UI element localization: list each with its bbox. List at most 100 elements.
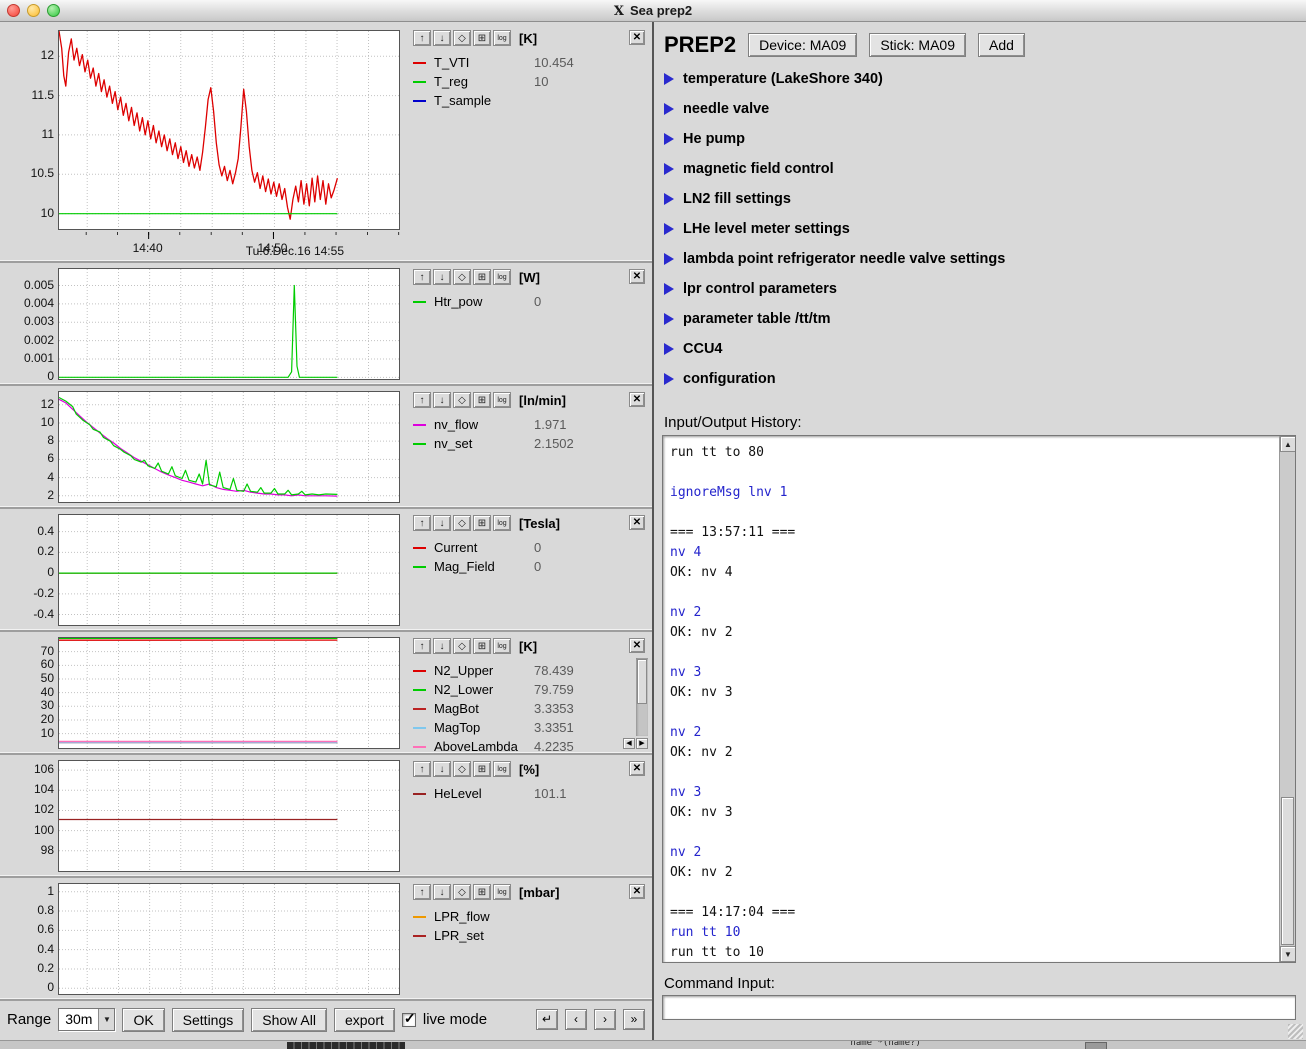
device-item-5[interactable]: LHe level meter settings	[664, 214, 1304, 244]
device-item-7[interactable]: lpr control parameters	[664, 274, 1304, 304]
close-chart-icon[interactable]: ✕	[629, 269, 645, 284]
prev-nav-button[interactable]: ‹	[565, 1009, 587, 1030]
ok-button[interactable]: OK	[122, 1008, 164, 1032]
close-chart-icon[interactable]: ✕	[629, 515, 645, 530]
scroll-up-button-icon[interactable]: ↑	[413, 515, 431, 531]
scroll-up-button-icon[interactable]: ↑	[413, 638, 431, 654]
log-scale-button-icon[interactable]: log	[493, 30, 511, 46]
scroll-left-arrow-icon[interactable]: ◀	[623, 738, 635, 749]
scroll-down-button-icon[interactable]: ↓	[433, 761, 451, 777]
settings-button[interactable]: Settings	[172, 1008, 245, 1032]
device-item-2[interactable]: He pump	[664, 124, 1304, 154]
last-nav-button[interactable]: »	[623, 1009, 645, 1030]
grid-button-icon[interactable]: ⊞	[473, 269, 491, 285]
zoom-window-button[interactable]	[47, 4, 60, 17]
close-chart-icon[interactable]: ✕	[629, 638, 645, 653]
command-input[interactable]	[662, 995, 1296, 1020]
scroll-down-button-icon[interactable]: ↓	[433, 392, 451, 408]
plot-canvas[interactable]	[58, 514, 400, 626]
device-item-6[interactable]: lambda point refrigerator needle valve s…	[664, 244, 1304, 274]
export-button[interactable]: export	[334, 1008, 395, 1032]
scroll-up-button-icon[interactable]: ↑	[413, 884, 431, 900]
scroll-up-arrow-icon[interactable]: ▲	[1280, 436, 1296, 452]
plot-canvas[interactable]	[58, 637, 400, 749]
scroll-down-button-icon[interactable]: ↓	[433, 269, 451, 285]
log-scale-button-icon[interactable]: log	[493, 884, 511, 900]
expand-triangle-icon[interactable]	[664, 133, 674, 145]
legend-scrollbar-thumb[interactable]	[637, 659, 647, 704]
device-item-10[interactable]: configuration	[664, 364, 1304, 394]
range-select[interactable]: 30m ▼	[58, 1008, 115, 1031]
device-item-4[interactable]: LN2 fill settings	[664, 184, 1304, 214]
scroll-down-arrow-icon[interactable]: ▼	[1280, 946, 1296, 962]
grid-button-icon[interactable]: ⊞	[473, 392, 491, 408]
next-nav-button[interactable]: ›	[594, 1009, 616, 1030]
device-item-label: LHe level meter settings	[683, 221, 850, 237]
scroll-down-button-icon[interactable]: ↓	[433, 515, 451, 531]
scrollbar-thumb[interactable]	[1281, 797, 1294, 945]
close-chart-icon[interactable]: ✕	[629, 30, 645, 45]
log-scale-button-icon[interactable]: log	[493, 515, 511, 531]
log-scale-button-icon[interactable]: log	[493, 269, 511, 285]
grid-button-icon[interactable]: ⊞	[473, 761, 491, 777]
device-item-9[interactable]: CCU4	[664, 334, 1304, 364]
plot-canvas[interactable]	[58, 30, 400, 230]
log-scale-button-icon[interactable]: log	[493, 392, 511, 408]
plot-canvas[interactable]	[58, 391, 400, 503]
device-button[interactable]: Device: MA09	[748, 33, 857, 57]
device-item-3[interactable]: magnetic field control	[664, 154, 1304, 184]
grid-button-icon[interactable]: ⊞	[473, 638, 491, 654]
expand-triangle-icon[interactable]	[664, 223, 674, 235]
device-item-1[interactable]: needle valve	[664, 94, 1304, 124]
expand-triangle-icon[interactable]	[664, 373, 674, 385]
expand-triangle-icon[interactable]	[664, 103, 674, 115]
zoom-reset-button-icon[interactable]: ◇	[453, 30, 471, 46]
live-mode-checkbox[interactable]: ✓	[402, 1013, 416, 1027]
expand-triangle-icon[interactable]	[664, 253, 674, 265]
device-item-label: magnetic field control	[683, 161, 834, 177]
expand-triangle-icon[interactable]	[664, 163, 674, 175]
stick-button[interactable]: Stick: MA09	[869, 33, 966, 57]
scroll-down-button-icon[interactable]: ↓	[433, 638, 451, 654]
zoom-reset-button-icon[interactable]: ◇	[453, 392, 471, 408]
zoom-reset-button-icon[interactable]: ◇	[453, 761, 471, 777]
plot-canvas[interactable]	[58, 268, 400, 380]
io-history-console[interactable]: run tt 80run tt to 80ignoreMsg lnv 1=== …	[662, 435, 1296, 963]
grid-button-icon[interactable]: ⊞	[473, 30, 491, 46]
scroll-up-button-icon[interactable]: ↑	[413, 392, 431, 408]
expand-triangle-icon[interactable]	[664, 343, 674, 355]
zoom-reset-button-icon[interactable]: ◇	[453, 269, 471, 285]
zoom-reset-button-icon[interactable]: ◇	[453, 515, 471, 531]
plot-canvas[interactable]	[58, 883, 400, 995]
log-scale-button-icon[interactable]: log	[493, 761, 511, 777]
console-scrollbar[interactable]: ▲ ▼	[1279, 436, 1295, 962]
scroll-up-button-icon[interactable]: ↑	[413, 30, 431, 46]
close-chart-icon[interactable]: ✕	[629, 884, 645, 899]
return-nav-button[interactable]: ↵	[536, 1009, 558, 1030]
device-item-8[interactable]: parameter table /tt/tm	[664, 304, 1304, 334]
expand-triangle-icon[interactable]	[664, 283, 674, 295]
close-chart-icon[interactable]: ✕	[629, 392, 645, 407]
close-chart-icon[interactable]: ✕	[629, 761, 645, 776]
grid-button-icon[interactable]: ⊞	[473, 515, 491, 531]
show-all-button[interactable]: Show All	[251, 1008, 327, 1032]
scroll-right-arrow-icon[interactable]: ▶	[636, 738, 648, 749]
legend-scrollbar[interactable]	[636, 658, 648, 736]
minimize-window-button[interactable]	[27, 4, 40, 17]
grid-button-icon[interactable]: ⊞	[473, 884, 491, 900]
scroll-up-button-icon[interactable]: ↑	[413, 761, 431, 777]
device-item-0[interactable]: temperature (LakeShore 340)	[664, 64, 1304, 94]
zoom-reset-button-icon[interactable]: ◇	[453, 884, 471, 900]
scroll-down-button-icon[interactable]: ↓	[433, 30, 451, 46]
expand-triangle-icon[interactable]	[664, 73, 674, 85]
add-button[interactable]: Add	[978, 33, 1025, 57]
scroll-down-button-icon[interactable]: ↓	[433, 884, 451, 900]
scroll-up-button-icon[interactable]: ↑	[413, 269, 431, 285]
close-window-button[interactable]	[7, 4, 20, 17]
zoom-reset-button-icon[interactable]: ◇	[453, 638, 471, 654]
resize-grip[interactable]	[1288, 1024, 1303, 1039]
plot-canvas[interactable]	[58, 760, 400, 872]
log-scale-button-icon[interactable]: log	[493, 638, 511, 654]
expand-triangle-icon[interactable]	[664, 193, 674, 205]
expand-triangle-icon[interactable]	[664, 313, 674, 325]
